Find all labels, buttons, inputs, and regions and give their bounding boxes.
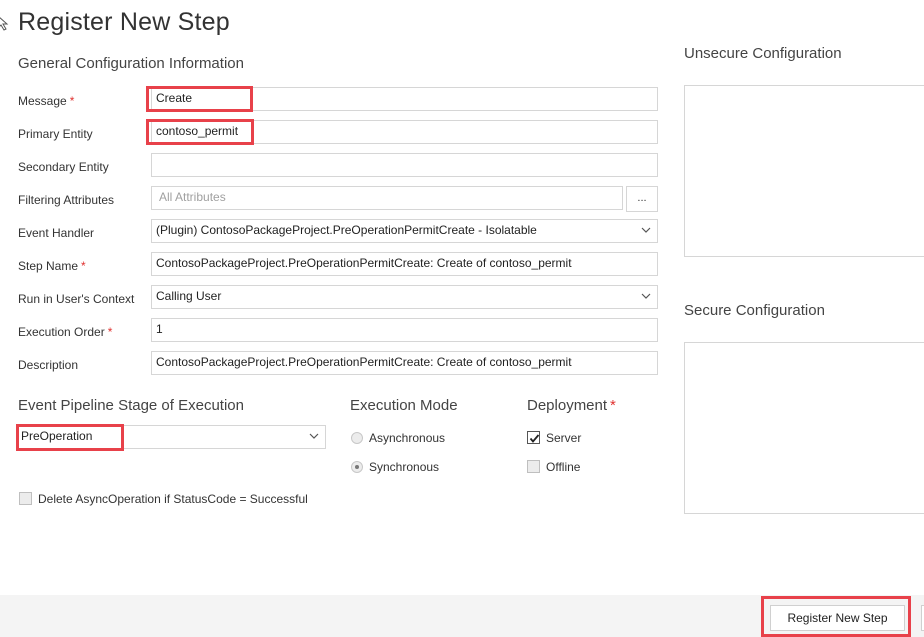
description-label: Description <box>18 358 79 372</box>
description-input[interactable]: ContosoPackageProject.PreOperationPermit… <box>151 351 658 375</box>
event-handler-select[interactable]: (Plugin) ContosoPackageProject.PreOperat… <box>151 219 658 243</box>
chevron-down-icon <box>309 433 319 439</box>
secure-config-heading: Secure Configuration <box>684 302 825 319</box>
run-context-select[interactable]: Calling User <box>151 285 658 309</box>
plugin-cursor-icon <box>0 17 9 31</box>
filtering-attributes-label: Filtering Attributes <box>18 193 115 207</box>
deployment-heading: Deployment * <box>527 397 616 414</box>
synchronous-radio[interactable] <box>351 461 363 473</box>
chevron-down-icon <box>641 293 651 299</box>
server-label: Server <box>546 431 582 445</box>
secondary-entity-label: Secondary Entity <box>18 160 109 174</box>
unsecure-config-textarea[interactable] <box>684 85 924 257</box>
event-handler-label: Event Handler <box>18 226 95 240</box>
pipeline-stage-value: PreOperation <box>21 429 93 443</box>
execution-mode-heading: Execution Mode <box>350 397 458 414</box>
step-name-input[interactable]: ContosoPackageProject.PreOperationPermit… <box>151 252 658 276</box>
browse-attributes-button[interactable]: ... <box>626 186 658 212</box>
required-marker: * <box>69 94 75 108</box>
general-config-heading: General Configuration Information <box>18 55 244 72</box>
required-marker: * <box>81 259 86 273</box>
delete-async-checkbox[interactable] <box>19 492 32 505</box>
message-label: Message * <box>18 94 75 108</box>
offline-checkbox[interactable] <box>527 460 540 473</box>
checkmark-icon <box>529 434 540 443</box>
required-marker: * <box>610 397 616 414</box>
chevron-down-icon <box>641 227 651 233</box>
dialog-title: Register New Step <box>18 8 230 36</box>
run-context-value: Calling User <box>156 289 222 303</box>
pipeline-stage-select[interactable]: PreOperation <box>16 425 326 449</box>
step-name-label: Step Name * <box>18 259 86 273</box>
execution-order-label: Execution Order * <box>18 325 113 339</box>
primary-entity-label: Primary Entity <box>18 127 93 141</box>
secondary-entity-input[interactable] <box>151 153 658 177</box>
secure-config-textarea[interactable] <box>684 342 924 514</box>
event-handler-value: (Plugin) ContosoPackageProject.PreOperat… <box>156 223 537 237</box>
unsecure-config-heading: Unsecure Configuration <box>684 45 842 62</box>
asynchronous-radio[interactable] <box>351 432 363 444</box>
execution-order-input[interactable]: 1 <box>151 318 658 342</box>
required-marker: * <box>107 325 113 339</box>
delete-async-label: Delete AsyncOperation if StatusCode = Su… <box>38 492 308 506</box>
register-new-step-button[interactable]: Register New Step <box>770 605 905 631</box>
message-input[interactable]: Create <box>151 87 658 111</box>
pipeline-stage-heading: Event Pipeline Stage of Execution <box>18 397 244 414</box>
offline-label: Offline <box>546 460 581 474</box>
server-checkbox[interactable] <box>527 431 540 444</box>
synchronous-label: Synchronous <box>369 460 440 474</box>
filtering-attributes-input[interactable]: All Attributes <box>151 186 623 210</box>
run-context-label: Run in User's Context <box>18 292 135 306</box>
primary-entity-input[interactable]: contoso_permit <box>151 120 658 144</box>
asynchronous-label: Asynchronous <box>369 431 446 445</box>
